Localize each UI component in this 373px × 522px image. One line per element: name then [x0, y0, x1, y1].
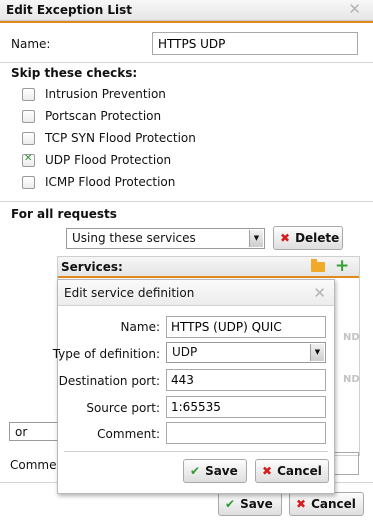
add-icon[interactable]: +	[335, 256, 349, 276]
type-value: UDP	[172, 345, 198, 359]
skip-checks-title: Skip these checks:	[11, 66, 138, 80]
checkbox-checked[interactable]	[22, 153, 35, 167]
title-accent-line	[0, 21, 373, 23]
check-label: Portscan Protection	[45, 109, 162, 123]
cancel-icon: ✖	[262, 464, 273, 478]
comment-label: Comment:	[97, 427, 160, 441]
cancel-icon: ✖	[296, 497, 307, 511]
checkbox[interactable]	[22, 132, 35, 145]
edit-service-dialog: Edit service definition ✕ Name: Type of …	[53, 279, 335, 494]
delete-icon: ✖	[280, 231, 291, 245]
dialog-cancel-button[interactable]: ✖ Cancel	[255, 459, 329, 483]
condition-select[interactable]: or	[9, 422, 59, 441]
checkmark-icon: ✔	[225, 497, 236, 511]
checkbox[interactable]	[22, 176, 35, 189]
close-icon[interactable]: ✕	[348, 2, 361, 17]
window-titlebar: Edit Exception List ✕	[0, 0, 373, 21]
divider	[64, 451, 328, 452]
check-label: TCP SYN Flood Protection	[45, 131, 196, 145]
chevron-down-icon: ▼	[249, 230, 263, 247]
comment-input[interactable]	[166, 422, 326, 444]
save-label: Save	[205, 464, 238, 478]
chevron-down-icon: ▼	[310, 344, 324, 361]
source-port-label: Source port:	[86, 401, 160, 415]
folder-icon[interactable]	[311, 259, 325, 272]
dialog-titlebar: Edit service definition ✕	[58, 280, 334, 306]
cancel-button[interactable]: ✖ Cancel	[289, 492, 364, 516]
type-label: Type of definition:	[52, 347, 160, 361]
dialog-title: Edit service definition	[64, 286, 195, 300]
services-mode-select[interactable]: Using these services ▼	[66, 228, 265, 249]
services-header-label: Services:	[61, 260, 123, 274]
obscured-text: ND	[343, 332, 360, 343]
divider	[0, 201, 373, 202]
cancel-label: Cancel	[311, 497, 356, 511]
source-port-input[interactable]	[166, 396, 326, 418]
for-all-requests-title: For all requests	[11, 207, 117, 221]
obscured-text: ND	[343, 374, 360, 385]
condition-value: or	[15, 425, 28, 439]
check-label: UDP Flood Protection	[45, 153, 172, 167]
checkbox[interactable]	[22, 110, 35, 123]
destination-port-input[interactable]	[166, 369, 326, 391]
cancel-label: Cancel	[277, 464, 322, 478]
service-name-label: Name:	[120, 320, 160, 334]
divider	[0, 62, 373, 63]
delete-button[interactable]: ✖ Delete	[273, 226, 343, 250]
destination-port-label: Destination port:	[58, 374, 160, 388]
services-header: Services: +	[58, 256, 359, 278]
check-label: ICMP Flood Protection	[45, 175, 176, 189]
save-button[interactable]: ✔ Save	[218, 492, 282, 516]
name-label: Name:	[11, 37, 51, 51]
comment-label: Comment:	[10, 458, 57, 472]
window-title: Edit Exception List	[6, 3, 133, 17]
type-select[interactable]: UDP ▼	[166, 342, 326, 363]
delete-label: Delete	[295, 231, 340, 245]
services-mode-value: Using these services	[72, 231, 196, 245]
check-label: Intrusion Prevention	[45, 87, 166, 101]
save-label: Save	[240, 497, 273, 511]
dialog-save-button[interactable]: ✔ Save	[183, 459, 247, 483]
close-icon[interactable]: ✕	[313, 286, 326, 301]
comment-input[interactable]	[334, 452, 359, 475]
name-input[interactable]	[152, 32, 358, 55]
checkbox[interactable]	[22, 88, 35, 101]
checkmark-icon: ✔	[190, 464, 201, 478]
service-name-input[interactable]	[166, 316, 326, 338]
